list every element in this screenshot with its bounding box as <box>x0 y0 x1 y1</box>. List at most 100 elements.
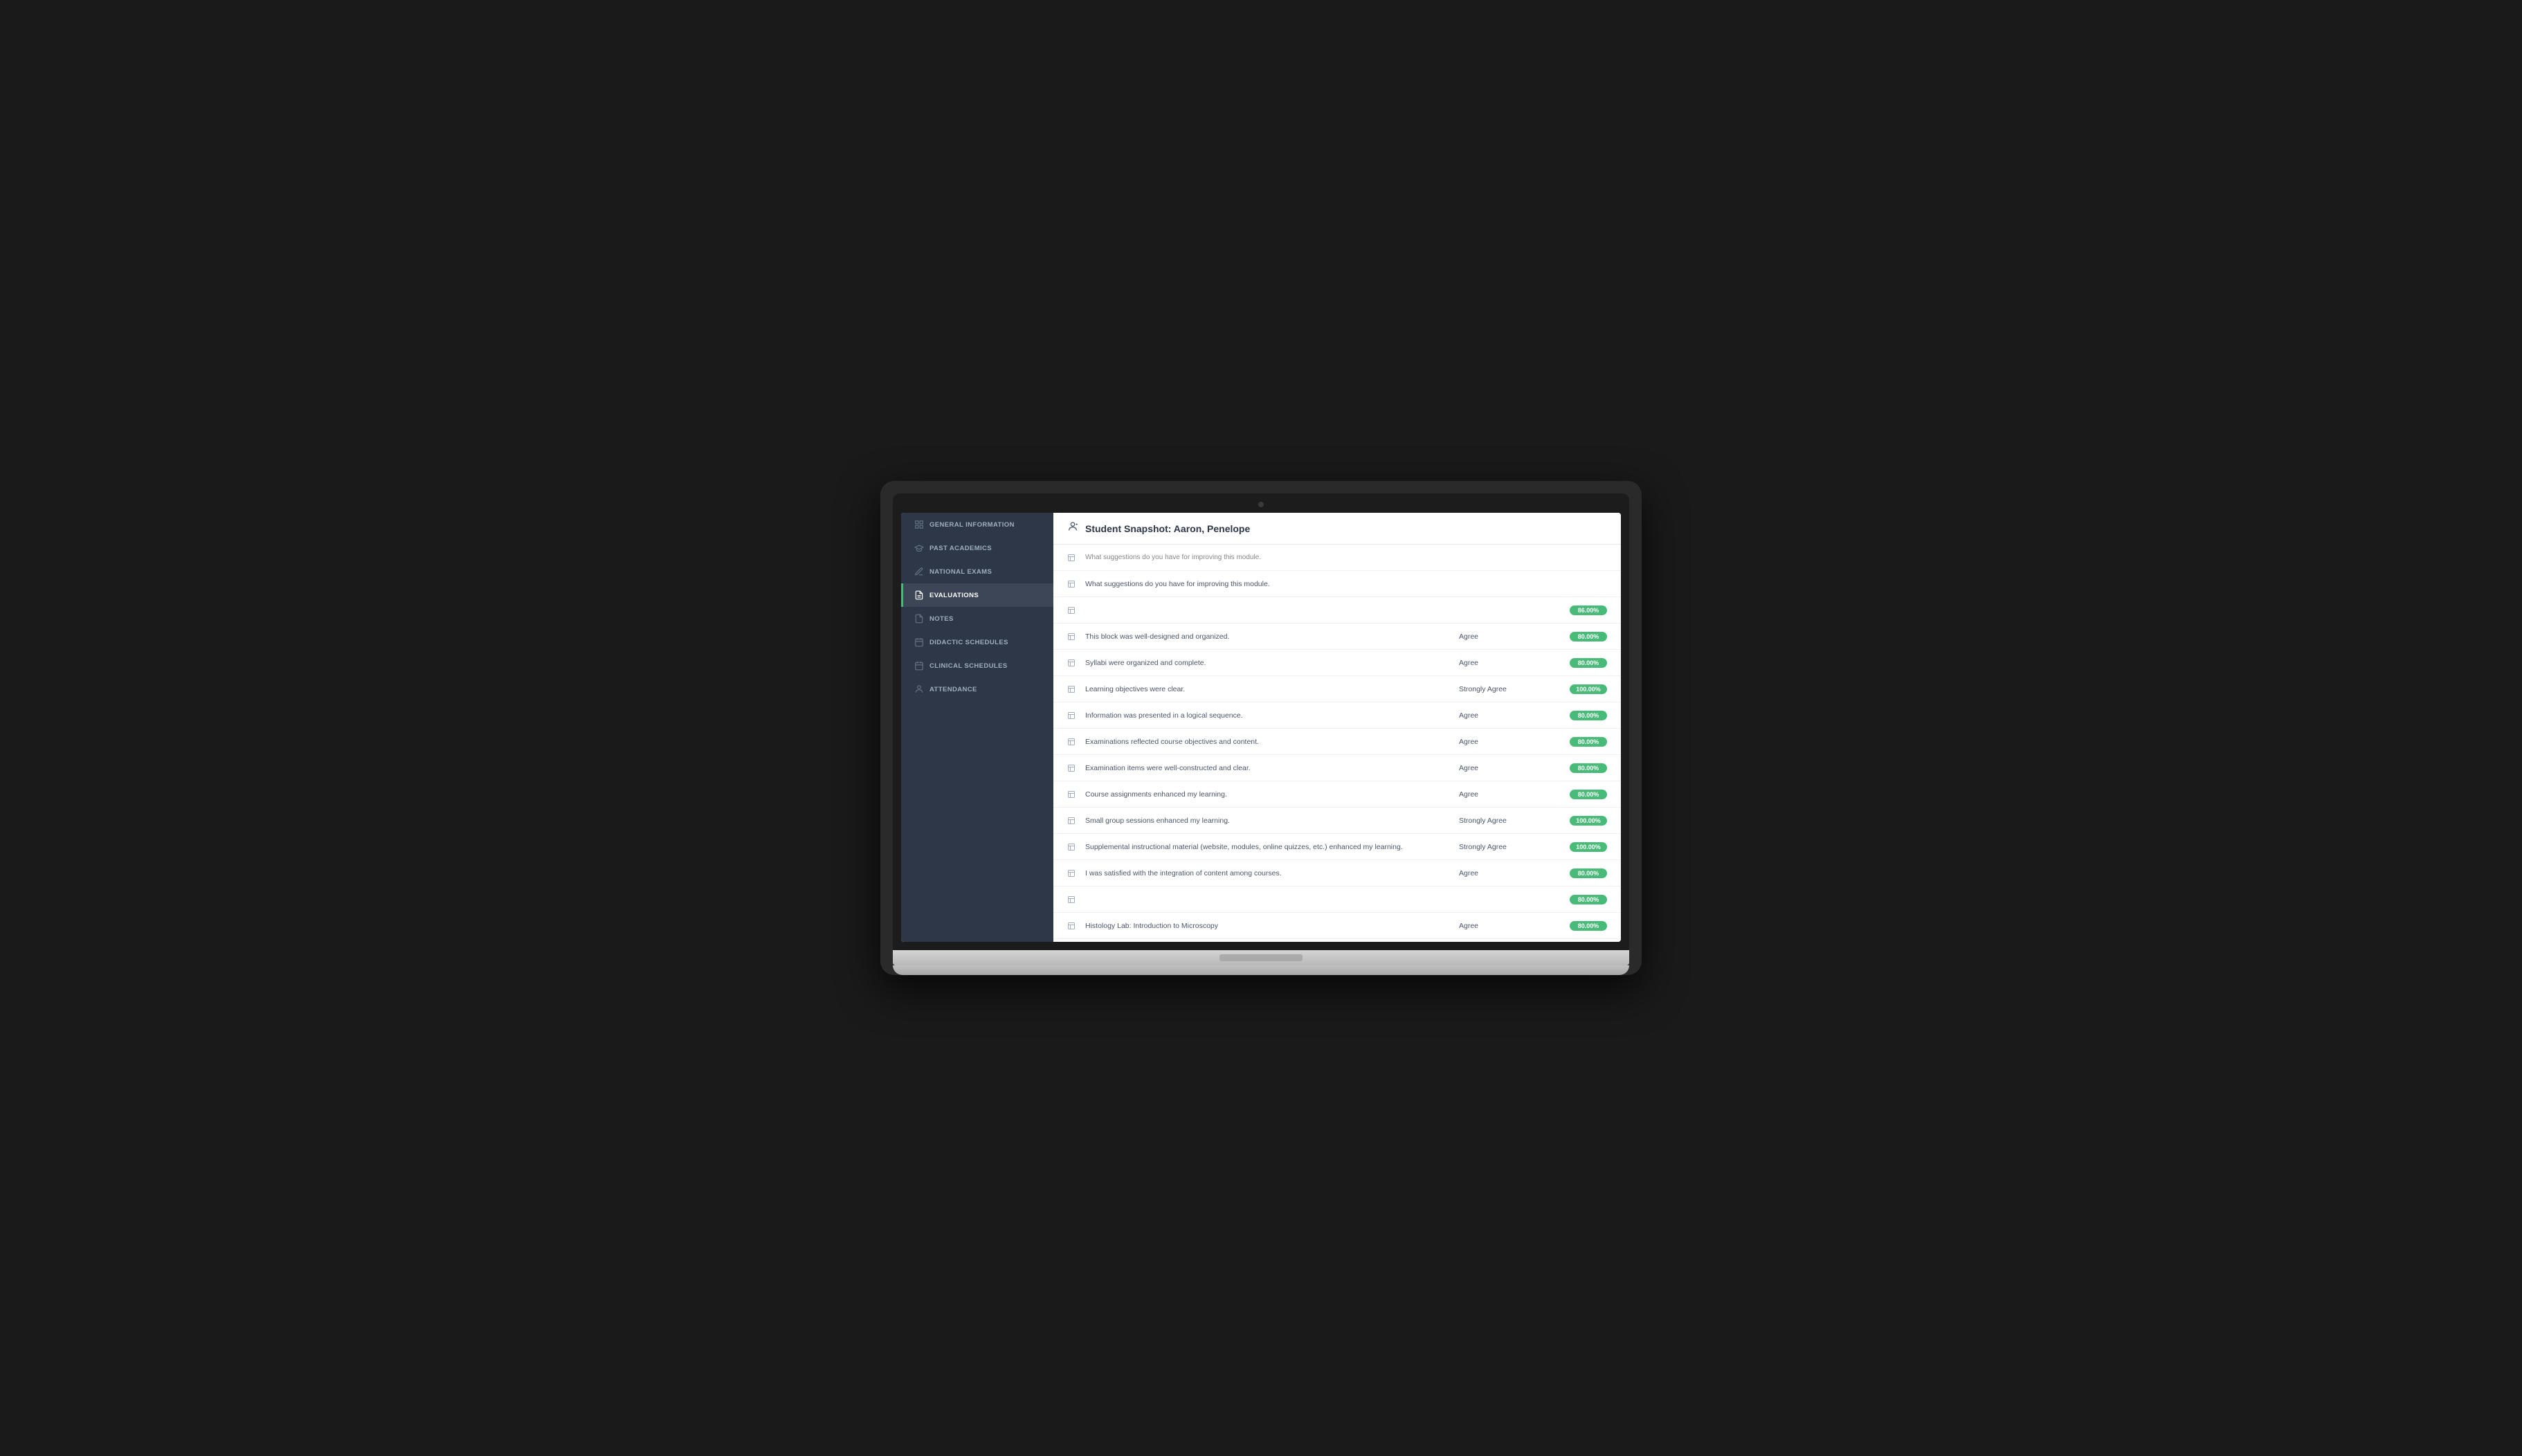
table-row: Syllabi were organized and complete. Agr… <box>1053 650 1621 676</box>
sidebar-item-past-academics[interactable]: PAST ACADEMICS <box>901 536 1053 560</box>
score-badge: 80.00% <box>1570 658 1607 668</box>
row-response: Agree <box>1459 659 1570 667</box>
sidebar-item-national-exams[interactable]: NATIONAL EXAMS <box>901 560 1053 583</box>
sidebar-icon-national-exams <box>914 567 924 576</box>
row-icon <box>1067 553 1077 563</box>
score-badge: 80.00% <box>1570 868 1607 878</box>
table-row: Small group sessions enhanced my learnin… <box>1053 808 1621 834</box>
score-badge: 80.00% <box>1570 711 1607 720</box>
table-row: This block was well-designed and organiz… <box>1053 624 1621 650</box>
laptop-frame: GENERAL INFORMATION PAST ACADEMICS NATIO… <box>880 481 1642 975</box>
row-text: Syllabi were organized and complete. <box>1085 659 1459 667</box>
row-icon <box>1067 868 1077 878</box>
table-row: What suggestions do you have for improvi… <box>1053 545 1621 571</box>
table-row: 86.00% <box>1053 597 1621 624</box>
content-area[interactable]: What suggestions do you have for improvi… <box>1053 545 1621 942</box>
sidebar-icon-evaluations <box>914 590 924 600</box>
row-text: This block was well-designed and organiz… <box>1085 633 1459 641</box>
sidebar-label-notes: NOTES <box>929 615 954 623</box>
sidebar-item-evaluations[interactable]: EVALUATIONS <box>901 583 1053 607</box>
row-question-text: What suggestions do you have for improvi… <box>1085 554 1459 561</box>
sidebar-icon-attendance <box>914 684 924 694</box>
sidebar-item-notes[interactable]: NOTES <box>901 607 1053 630</box>
score-badge: 80.00% <box>1570 632 1607 641</box>
page-title: Student Snapshot: Aaron, Penelope <box>1085 523 1250 534</box>
row-response: Agree <box>1459 869 1570 877</box>
row-response: Strongly Agree <box>1459 843 1570 851</box>
score-badge: 86.00% <box>1570 606 1607 615</box>
sidebar-item-general-information[interactable]: GENERAL INFORMATION <box>901 513 1053 536</box>
row-icon <box>1067 842 1077 852</box>
score-badge: 80.00% <box>1570 737 1607 747</box>
table-row: What suggestions do you have for improvi… <box>1053 571 1621 597</box>
row-response: Agree <box>1459 764 1570 772</box>
table-row: Examination items were well-constructed … <box>1053 755 1621 781</box>
row-text: Examinations reflected course objectives… <box>1085 738 1459 746</box>
row-text: I was satisfied with the integration of … <box>1085 869 1459 877</box>
row-icon <box>1067 684 1077 694</box>
laptop-base <box>893 950 1629 965</box>
row-icon <box>1067 790 1077 799</box>
row-response: Agree <box>1459 922 1570 930</box>
score-badge: 100.00% <box>1570 816 1607 826</box>
sidebar-label-general-information: GENERAL INFORMATION <box>929 521 1015 529</box>
row-icon <box>1067 711 1077 720</box>
student-icon <box>1067 521 1078 536</box>
laptop-bottom <box>893 965 1629 975</box>
row-response: Strongly Agree <box>1459 685 1570 693</box>
score-badge: 100.00% <box>1570 684 1607 694</box>
main-content: Student Snapshot: Aaron, Penelope What s… <box>1053 513 1621 942</box>
row-icon <box>1067 606 1077 615</box>
sidebar-icon-didactic-schedules <box>914 637 924 647</box>
sidebar-label-past-academics: PAST ACADEMICS <box>929 545 992 552</box>
sidebar-label-clinical-schedules: CLINICAL SCHEDULES <box>929 662 1008 670</box>
table-row: Examinations reflected course objectives… <box>1053 729 1621 755</box>
row-text: Supplemental instructional material (web… <box>1085 843 1459 851</box>
table-row: 80.00% <box>1053 886 1621 913</box>
row-text: What suggestions do you have for improvi… <box>1085 580 1459 588</box>
table-row: Learning objectives were clear. Strongly… <box>1053 676 1621 702</box>
row-response: Agree <box>1459 738 1570 746</box>
score-badge: 80.00% <box>1570 790 1607 799</box>
sidebar-item-clinical-schedules[interactable]: CLINICAL SCHEDULES <box>901 654 1053 677</box>
table-row: I was satisfied with the integration of … <box>1053 860 1621 886</box>
row-text: Course assignments enhanced my learning. <box>1085 790 1459 799</box>
table-row: Histology Lab: Introduction to Microscop… <box>1053 913 1621 939</box>
row-icon <box>1067 658 1077 668</box>
row-response: Agree <box>1459 633 1570 641</box>
row-icon <box>1067 763 1077 773</box>
row-icon <box>1067 737 1077 747</box>
camera-dot <box>1258 502 1264 507</box>
screen-bezel: GENERAL INFORMATION PAST ACADEMICS NATIO… <box>893 493 1629 950</box>
table-row: Histology: Interactive Table Conferences… <box>1053 939 1621 942</box>
table-row: Information was presented in a logical s… <box>1053 702 1621 729</box>
table-row: Course assignments enhanced my learning.… <box>1053 781 1621 808</box>
page-header: Student Snapshot: Aaron, Penelope <box>1053 513 1621 545</box>
row-text: Information was presented in a logical s… <box>1085 711 1459 720</box>
sidebar-icon-clinical-schedules <box>914 661 924 671</box>
row-icon <box>1067 632 1077 641</box>
score-badge: 80.00% <box>1570 895 1607 904</box>
row-response: Agree <box>1459 790 1570 799</box>
screen: GENERAL INFORMATION PAST ACADEMICS NATIO… <box>901 513 1621 942</box>
sidebar-label-attendance: ATTENDANCE <box>929 686 977 693</box>
sidebar-label-national-exams: NATIONAL EXAMS <box>929 568 992 576</box>
trackpad <box>1219 954 1303 961</box>
sidebar-item-attendance[interactable]: ATTENDANCE <box>901 677 1053 701</box>
sidebar-icon-notes <box>914 614 924 624</box>
sidebar-icon-general-information <box>914 520 924 529</box>
row-icon <box>1067 895 1077 904</box>
row-text: Learning objectives were clear. <box>1085 685 1459 693</box>
score-badge: 80.00% <box>1570 763 1607 773</box>
sidebar-label-didactic-schedules: DIDACTIC SCHEDULES <box>929 639 1008 646</box>
score-badge: 80.00% <box>1570 921 1607 931</box>
row-text: Histology Lab: Introduction to Microscop… <box>1085 922 1459 930</box>
row-icon <box>1067 816 1077 826</box>
sidebar-label-evaluations: EVALUATIONS <box>929 592 979 599</box>
row-text: Small group sessions enhanced my learnin… <box>1085 817 1459 825</box>
sidebar-icon-past-academics <box>914 543 924 553</box>
score-badge: 100.00% <box>1570 842 1607 852</box>
row-response: Strongly Agree <box>1459 817 1570 825</box>
sidebar: GENERAL INFORMATION PAST ACADEMICS NATIO… <box>901 513 1053 942</box>
sidebar-item-didactic-schedules[interactable]: DIDACTIC SCHEDULES <box>901 630 1053 654</box>
